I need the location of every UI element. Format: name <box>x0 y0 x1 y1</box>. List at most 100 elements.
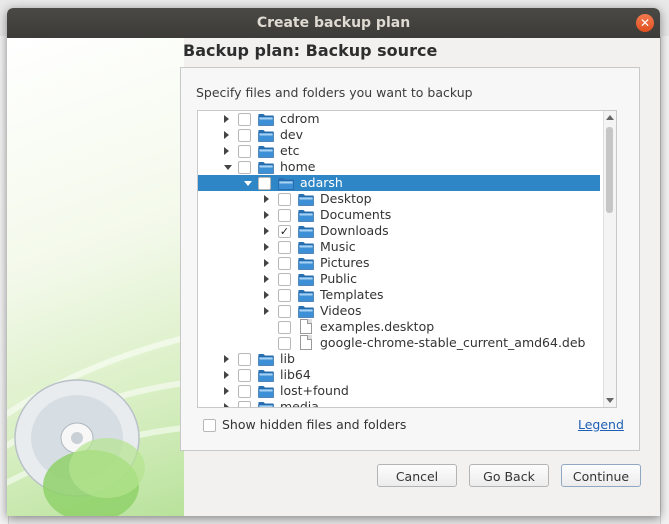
expander-right-icon[interactable] <box>224 115 229 123</box>
tree-row-checkbox[interactable] <box>238 113 251 126</box>
expander-right-icon[interactable] <box>264 211 269 219</box>
folder-icon <box>298 210 314 222</box>
tree-row[interactable]: lib <box>198 351 600 367</box>
folder-icon <box>298 194 314 206</box>
tree-row[interactable]: Templates <box>198 287 600 303</box>
folder-icon <box>278 178 294 190</box>
tree-row[interactable]: media <box>198 399 600 408</box>
expander-right-icon[interactable] <box>264 259 269 267</box>
tree-row[interactable]: home <box>198 159 600 175</box>
tree-row-checkbox[interactable] <box>278 273 291 286</box>
expander-right-icon[interactable] <box>264 243 269 251</box>
folder-icon <box>258 402 274 407</box>
scroll-thumb[interactable] <box>606 127 613 213</box>
expander-right-icon[interactable] <box>264 291 269 299</box>
create-backup-plan-dialog: Create backup plan ✕ Backup plan: Backup… <box>7 8 660 516</box>
tree-row[interactable]: Desktop <box>198 191 600 207</box>
tree-row[interactable]: google-chrome-stable_current_amd64.deb <box>198 335 600 351</box>
instruction-label: Specify files and folders you want to ba… <box>196 85 473 100</box>
expander-right-icon[interactable] <box>264 307 269 315</box>
close-icon: ✕ <box>639 16 651 30</box>
folder-icon <box>258 130 274 142</box>
tree-row-checkbox[interactable] <box>278 209 291 222</box>
tree-row-checkbox[interactable]: ✓ <box>278 225 291 238</box>
tree-row[interactable]: etc <box>198 143 600 159</box>
expander-right-icon[interactable] <box>224 371 229 379</box>
legend-link[interactable]: Legend <box>578 417 624 432</box>
tree-row-checkbox[interactable] <box>258 177 271 190</box>
tree-row-checkbox[interactable] <box>278 305 291 318</box>
tree-row-checkbox[interactable] <box>278 241 291 254</box>
tree-row[interactable]: Documents <box>198 207 600 223</box>
tree-row-label: Public <box>320 271 357 286</box>
tree-row-label: cdrom <box>280 111 320 126</box>
tree-row[interactable]: Videos <box>198 303 600 319</box>
folder-icon <box>258 386 274 398</box>
continue-button[interactable]: Continue <box>561 464 641 487</box>
tree-row-checkbox[interactable] <box>238 353 251 366</box>
tree-row-label: lost+found <box>280 383 349 398</box>
dialog-title: Create backup plan <box>256 15 411 31</box>
tree-row-checkbox[interactable] <box>278 193 291 206</box>
tree-row-checkbox[interactable] <box>278 289 291 302</box>
tree-row-label: dev <box>280 127 304 142</box>
folder-icon <box>298 306 314 318</box>
file-tree[interactable]: media lost+found lib64 lib google-chrome-sta… <box>197 110 617 408</box>
page-heading: Backup plan: Backup source <box>183 41 438 60</box>
folder-icon <box>298 290 314 302</box>
tree-row[interactable]: ✓ Downloads <box>198 223 600 239</box>
tree-row[interactable]: lost+found <box>198 383 600 399</box>
file-icon <box>300 335 312 350</box>
tree-row-label: Documents <box>320 207 392 222</box>
tree-row-label: google-chrome-stable_current_amd64.deb <box>320 335 586 350</box>
expander-right-icon[interactable] <box>224 403 229 407</box>
tree-row-checkbox[interactable] <box>238 385 251 398</box>
scroll-up-arrow[interactable] <box>606 115 614 120</box>
expander-down-icon[interactable] <box>224 165 232 170</box>
background-right-pane <box>660 36 669 524</box>
tree-row-checkbox[interactable] <box>278 337 291 350</box>
tree-row[interactable]: dev <box>198 127 600 143</box>
tree-row[interactable]: adarsh <box>198 175 600 191</box>
tree-row-checkbox[interactable] <box>278 321 291 334</box>
tree-row-label: etc <box>280 143 300 158</box>
expander-right-icon[interactable] <box>264 195 269 203</box>
tree-row-checkbox[interactable] <box>238 129 251 142</box>
expander-right-icon[interactable] <box>264 275 269 283</box>
tree-row-label: examples.desktop <box>320 319 435 334</box>
tree-row-label: Templates <box>320 287 384 302</box>
show-hidden-label: Show hidden files and folders <box>222 417 407 432</box>
tree-row[interactable]: examples.desktop <box>198 319 600 335</box>
tree-row-checkbox[interactable] <box>278 257 291 270</box>
go-back-button[interactable]: Go Back <box>469 464 549 487</box>
show-hidden-checkbox[interactable] <box>203 419 216 432</box>
tree-row[interactable]: cdrom <box>198 111 600 127</box>
expander-right-icon[interactable] <box>264 227 269 235</box>
tree-row[interactable]: Music <box>198 239 600 255</box>
tree-row-checkbox[interactable] <box>238 161 251 174</box>
tree-row-label: Pictures <box>320 255 370 270</box>
close-button[interactable]: ✕ <box>636 14 654 32</box>
expander-right-icon[interactable] <box>224 355 229 363</box>
cancel-button[interactable]: Cancel <box>377 464 457 487</box>
expander-right-icon[interactable] <box>224 147 229 155</box>
tree-row-label: lib64 <box>280 367 311 382</box>
tree-row[interactable]: Public <box>198 271 600 287</box>
folder-icon <box>258 114 274 126</box>
tree-row-checkbox[interactable] <box>238 145 251 158</box>
tree-row-label: Desktop <box>320 191 372 206</box>
folder-icon <box>298 242 314 254</box>
scroll-down-arrow[interactable] <box>606 398 614 403</box>
tree-scrollbar[interactable] <box>603 111 616 407</box>
expander-down-icon[interactable] <box>244 181 252 186</box>
tree-row-checkbox[interactable] <box>238 401 251 407</box>
dialog-titlebar: Create backup plan ✕ <box>7 8 660 38</box>
tree-row-label: media <box>280 399 319 408</box>
expander-right-icon[interactable] <box>224 131 229 139</box>
expander-right-icon[interactable] <box>224 387 229 395</box>
folder-icon <box>258 162 274 174</box>
tree-row-checkbox[interactable] <box>238 369 251 382</box>
tree-row[interactable]: Pictures <box>198 255 600 271</box>
tree-row-label: adarsh <box>300 175 343 190</box>
tree-row[interactable]: lib64 <box>198 367 600 383</box>
